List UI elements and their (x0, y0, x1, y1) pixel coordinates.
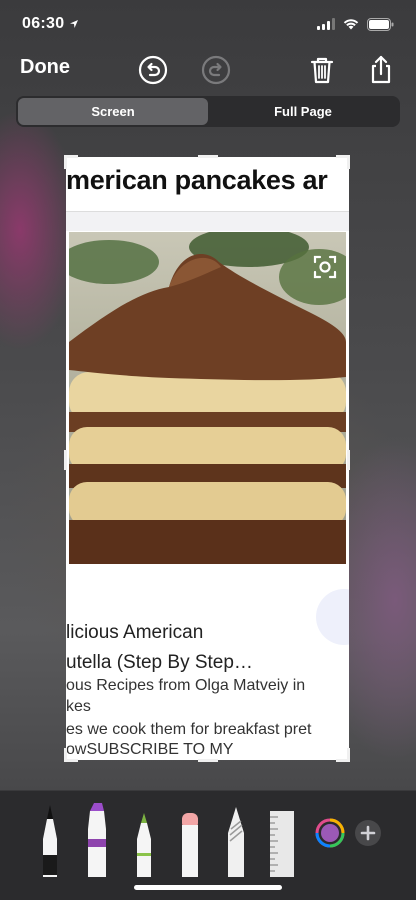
crop-handle-top-left-vertical[interactable] (64, 155, 67, 169)
preview-text-line-5: es we cook them for breakfast pret (66, 721, 312, 738)
preview-text-line-6: owSUBSCRIBE TO MY (66, 741, 234, 758)
preview-text-line-4: kes (66, 698, 91, 715)
wifi-icon (343, 19, 359, 30)
crop-handle-right[interactable] (347, 450, 350, 470)
redo-icon[interactable] (200, 54, 232, 86)
battery-icon (367, 17, 394, 31)
pen-tool-icon[interactable] (38, 799, 62, 877)
crop-handle-bottom-left-vertical[interactable] (64, 748, 67, 762)
preview-article-title: merican pancakes ar (66, 165, 328, 195)
preview-text-line-2: utella (Step By Step… (66, 652, 253, 673)
markup-tool-palette (0, 790, 416, 900)
eraser-tool-icon[interactable] (178, 799, 202, 877)
done-button[interactable]: Done (20, 56, 70, 79)
lasso-tool-icon[interactable] (223, 799, 249, 877)
crop-handle-left[interactable] (64, 450, 67, 470)
share-icon[interactable] (365, 54, 397, 86)
status-bar: 06:30 (0, 0, 416, 48)
home-indicator (134, 885, 282, 890)
cellular-signal-icon (317, 18, 335, 30)
screenshot-preview[interactable]: merican pancakes ar licious American ute… (66, 157, 349, 760)
pancake-stack-image (69, 232, 346, 564)
location-arrow-icon (70, 20, 79, 28)
preview-divider (66, 211, 349, 231)
segment-full-page[interactable]: Full Page (208, 98, 398, 125)
color-picker-icon[interactable] (314, 817, 346, 849)
add-tool-icon[interactable] (354, 819, 382, 847)
pencil-tool-icon[interactable] (132, 799, 156, 877)
visual-lookup-icon[interactable] (312, 254, 338, 280)
capture-mode-segmented-control: Screen Full Page (16, 96, 400, 127)
highlighter-tool-icon[interactable] (84, 799, 110, 877)
crop-handle-top[interactable] (198, 155, 218, 158)
floating-action-button[interactable] (316, 589, 349, 645)
time-label: 06:30 (22, 15, 65, 32)
segment-screen[interactable]: Screen (18, 98, 208, 125)
crop-handle-bottom[interactable] (198, 759, 218, 762)
status-time: 06:30 (22, 15, 79, 33)
trash-icon[interactable] (306, 54, 338, 86)
toolbar: Done (0, 48, 416, 92)
crop-handle-top-right-vertical[interactable] (347, 155, 350, 169)
pancake-photo (69, 232, 346, 564)
crop-handle-bottom-right-vertical[interactable] (347, 748, 350, 762)
preview-text-line-3: ous Recipes from Olga Matveiy in (66, 677, 306, 694)
ruler-tool-icon[interactable] (268, 799, 296, 877)
preview-text-line-1: licious American (66, 622, 204, 643)
undo-icon[interactable] (137, 54, 169, 86)
